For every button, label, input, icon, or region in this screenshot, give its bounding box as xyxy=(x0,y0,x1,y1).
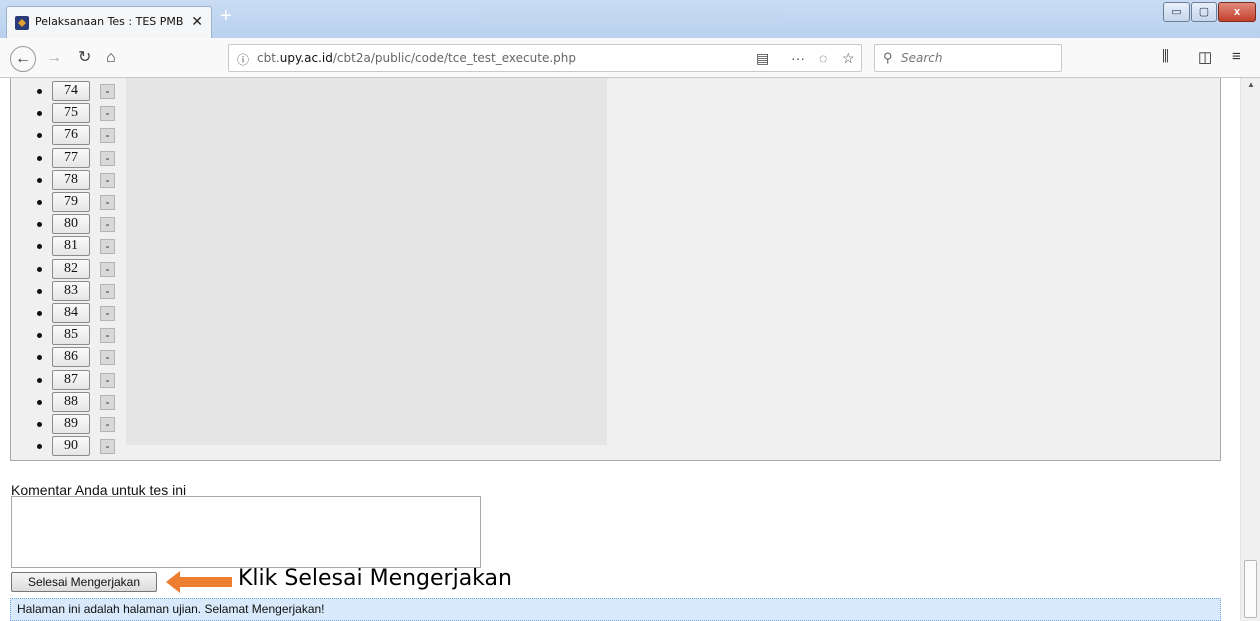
search-bar[interactable]: ⚲ xyxy=(874,44,1062,72)
question-number-button[interactable]: 84 xyxy=(52,303,90,323)
question-status: - xyxy=(100,84,115,99)
bullet-icon xyxy=(37,133,42,139)
tab-title: Pelaksanaan Tes : TES PMB UPY xyxy=(35,15,185,28)
reload-icon[interactable]: ↻ xyxy=(78,48,91,68)
bullet-icon xyxy=(37,422,42,427)
sidebar-icon[interactable]: ◫ xyxy=(1198,48,1212,66)
bullet-icon xyxy=(37,266,42,272)
footer-message: Halaman ini adalah halaman ujian. Selama… xyxy=(10,598,1221,621)
bullet-icon xyxy=(37,444,42,450)
tab-close-icon[interactable]: ✕ xyxy=(191,13,203,30)
page-content: 74-75-76-77-78-79-80-81-82-83-84-85-86-8… xyxy=(0,78,1240,621)
menu-icon[interactable]: ≡ xyxy=(1232,48,1241,65)
library-icon[interactable]: ⫼ xyxy=(1162,48,1169,65)
new-tab-button[interactable]: + xyxy=(220,6,232,26)
bullet-icon xyxy=(37,355,42,361)
vertical-scrollbar[interactable]: ▲ xyxy=(1240,78,1260,621)
question-status: - xyxy=(100,439,115,455)
question-status: - xyxy=(100,195,115,210)
question-status: - xyxy=(100,350,115,366)
question-status: - xyxy=(100,106,115,122)
bullet-icon xyxy=(37,177,42,183)
question-number-button[interactable]: 76 xyxy=(52,125,90,146)
finish-test-button[interactable]: Selesai Mengerjakan xyxy=(11,572,157,592)
site-favicon-icon xyxy=(15,16,29,30)
question-number-button[interactable]: 89 xyxy=(52,414,90,434)
bullet-icon xyxy=(37,399,42,405)
question-area xyxy=(126,78,607,445)
question-status: - xyxy=(100,306,115,321)
maximize-button[interactable]: ▢ xyxy=(1191,2,1217,22)
question-status: - xyxy=(100,283,115,299)
question-number-button[interactable]: 87 xyxy=(52,369,90,390)
question-number-button[interactable]: 82 xyxy=(52,258,90,279)
question-status: - xyxy=(100,128,115,144)
browser-titlebar: Pelaksanaan Tes : TES PMB UPY ✕ + ▭ ▢ x xyxy=(0,0,1260,38)
url-text: cbt.upy.ac.id/cbt2a/public/code/tce_test… xyxy=(257,51,576,65)
bullet-icon xyxy=(37,244,42,250)
forward-icon[interactable]: → xyxy=(46,48,62,68)
question-number-button[interactable]: 77 xyxy=(52,147,90,168)
search-input[interactable] xyxy=(901,49,1051,67)
browser-tab[interactable]: Pelaksanaan Tes : TES PMB UPY ✕ xyxy=(6,6,212,38)
question-number-button[interactable]: 81 xyxy=(52,236,90,257)
bullet-icon xyxy=(37,111,42,117)
minimize-button[interactable]: ▭ xyxy=(1163,2,1190,22)
question-status: - xyxy=(100,372,115,388)
bullet-icon xyxy=(37,377,42,383)
question-number-button[interactable]: 78 xyxy=(52,169,90,190)
question-number-button[interactable]: 85 xyxy=(52,325,90,346)
question-number-button[interactable]: 86 xyxy=(52,347,90,368)
bullet-icon xyxy=(37,222,42,228)
search-icon: ⚲ xyxy=(883,50,893,65)
question-status: - xyxy=(100,172,115,188)
comment-textarea[interactable] xyxy=(11,496,481,568)
arrow-left-icon xyxy=(166,571,232,593)
bullet-icon xyxy=(37,311,42,316)
question-status: - xyxy=(100,261,115,277)
question-status: - xyxy=(100,239,115,255)
window-title xyxy=(480,12,780,22)
instruction-callout: Klik Selesai Mengerjakan xyxy=(238,566,512,591)
bullet-icon xyxy=(37,200,42,205)
navigation-toolbar: ← → ↻ ⌂ ⓘ cbt.upy.ac.id/cbt2a/public/cod… xyxy=(0,38,1260,78)
question-status: - xyxy=(100,394,115,410)
bullet-icon xyxy=(37,155,42,161)
bullet-icon xyxy=(37,288,42,294)
scrollbar-thumb[interactable] xyxy=(1244,560,1257,618)
info-icon[interactable]: ⓘ xyxy=(237,51,249,68)
question-number-button[interactable]: 79 xyxy=(52,192,90,212)
bullet-icon xyxy=(37,89,42,94)
question-number-button[interactable]: 83 xyxy=(52,280,90,301)
question-number-button[interactable]: 75 xyxy=(52,103,90,124)
reader-view-icon[interactable]: ▤ xyxy=(756,50,769,67)
question-number-button[interactable]: 74 xyxy=(52,81,90,101)
pocket-icon[interactable]: ◌ xyxy=(819,50,827,66)
question-status: - xyxy=(100,217,115,233)
scroll-up-icon[interactable]: ▲ xyxy=(1247,80,1255,89)
close-window-button[interactable]: x xyxy=(1218,2,1256,22)
home-icon[interactable]: ⌂ xyxy=(106,48,116,68)
question-status: - xyxy=(100,150,115,166)
question-number-button[interactable]: 80 xyxy=(52,214,90,235)
question-status: - xyxy=(100,328,115,344)
address-bar[interactable]: ⓘ cbt.upy.ac.id/cbt2a/public/code/tce_te… xyxy=(228,44,862,72)
question-number-button[interactable]: 90 xyxy=(52,436,90,457)
page-actions-icon[interactable]: ··· xyxy=(791,50,805,66)
back-icon[interactable]: ← xyxy=(10,46,36,72)
bullet-icon xyxy=(37,333,42,339)
question-number-button[interactable]: 88 xyxy=(52,391,90,412)
question-status: - xyxy=(100,417,115,432)
question-navigation-panel: 74-75-76-77-78-79-80-81-82-83-84-85-86-8… xyxy=(10,78,1221,461)
bookmark-star-icon[interactable]: ☆ xyxy=(842,50,855,67)
